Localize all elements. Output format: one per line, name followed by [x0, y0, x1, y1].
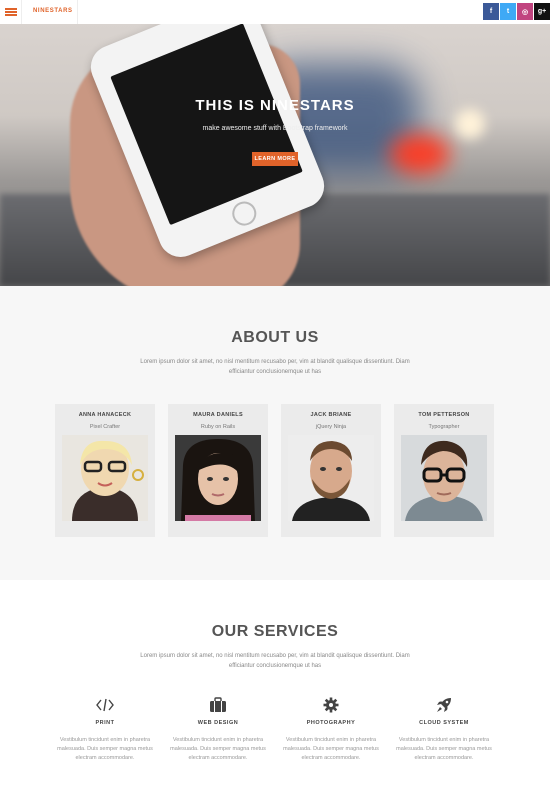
team-member-photo — [401, 435, 487, 521]
social-links: f t ◎ g+ — [482, 3, 550, 20]
hero-title: THIS IS NINESTARS — [195, 97, 355, 114]
service-item: WEB DESIGN Vestibulum tincidunt enim in … — [163, 696, 273, 763]
instagram-icon[interactable]: ◎ — [517, 3, 533, 20]
team-member-role: Ruby on Rails — [200, 424, 236, 430]
services-title: OUR SERVICES — [211, 623, 339, 640]
service-title: PRINT — [95, 720, 115, 726]
service-description: Vestibulum tincidunt enim in pharetra ma… — [57, 737, 153, 761]
menu-icon[interactable] — [0, 0, 22, 24]
service-title: PHOTOGRAPHY — [306, 720, 356, 726]
team-card[interactable]: ANNA HANACECK Pixel Crafter — [55, 404, 155, 537]
team-card[interactable]: JACK BRIANE jQuery Ninja — [281, 404, 381, 537]
about-section: ABOUT US Lorem ipsum dolor sit amet, no … — [0, 286, 550, 580]
team-member-name: JACK BRIANE — [310, 412, 352, 418]
google-plus-icon[interactable]: g+ — [534, 3, 550, 20]
service-description: Vestibulum tincidunt enim in pharetra ma… — [170, 737, 266, 761]
team-member-photo — [175, 435, 261, 521]
team-member-role: jQuery Ninja — [315, 424, 347, 430]
team-member-photo — [288, 435, 374, 521]
services-section: OUR SERVICES Lorem ipsum dolor sit amet,… — [0, 580, 550, 802]
top-navbar: NINESTARS f t ◎ g+ — [0, 0, 550, 24]
service-title: WEB DESIGN — [197, 720, 239, 726]
learn-more-button[interactable]: LEARN MORE — [252, 152, 298, 166]
team-card[interactable]: TOM PETTERSON Typographer — [394, 404, 494, 537]
about-title: ABOUT US — [231, 329, 319, 346]
service-description: Vestibulum tincidunt enim in pharetra ma… — [396, 737, 492, 761]
hero-subtitle: make awesome stuff with Bootstrap framew… — [202, 125, 348, 132]
team-member-role: Typographer — [428, 424, 460, 430]
service-title: CLOUD SYSTEM — [419, 720, 469, 726]
team-member-photo — [62, 435, 148, 521]
service-description: Vestibulum tincidunt enim in pharetra ma… — [283, 737, 379, 761]
team-member-name: MAURA DANIELS — [193, 412, 243, 418]
team-card[interactable]: MAURA DANIELS Ruby on Rails — [168, 404, 268, 537]
hero-section: THIS IS NINESTARS make awesome stuff wit… — [0, 24, 550, 286]
gear-icon — [276, 696, 386, 714]
about-text: Lorem ipsum dolor sit amet, no nisl ment… — [140, 359, 410, 375]
twitter-icon[interactable]: t — [500, 3, 516, 20]
facebook-icon[interactable]: f — [483, 3, 499, 20]
service-item: CLOUD SYSTEM Vestibulum tincidunt enim i… — [389, 696, 499, 763]
hero-background-light — [390, 134, 450, 174]
code-icon — [50, 696, 160, 714]
team-member-role: Pixel Crafter — [89, 424, 121, 430]
team-member-name: ANNA HANACECK — [78, 412, 132, 418]
service-item: PRINT Vestibulum tincidunt enim in phare… — [50, 696, 160, 763]
services-text: Lorem ipsum dolor sit amet, no nisl ment… — [140, 653, 410, 669]
brand-logo[interactable]: NINESTARS — [33, 8, 73, 14]
divider — [77, 0, 78, 24]
service-item: PHOTOGRAPHY Vestibulum tincidunt enim in… — [276, 696, 386, 763]
team-member-name: TOM PETTERSON — [418, 412, 470, 418]
briefcase-icon — [163, 696, 273, 714]
rocket-icon — [389, 696, 499, 714]
